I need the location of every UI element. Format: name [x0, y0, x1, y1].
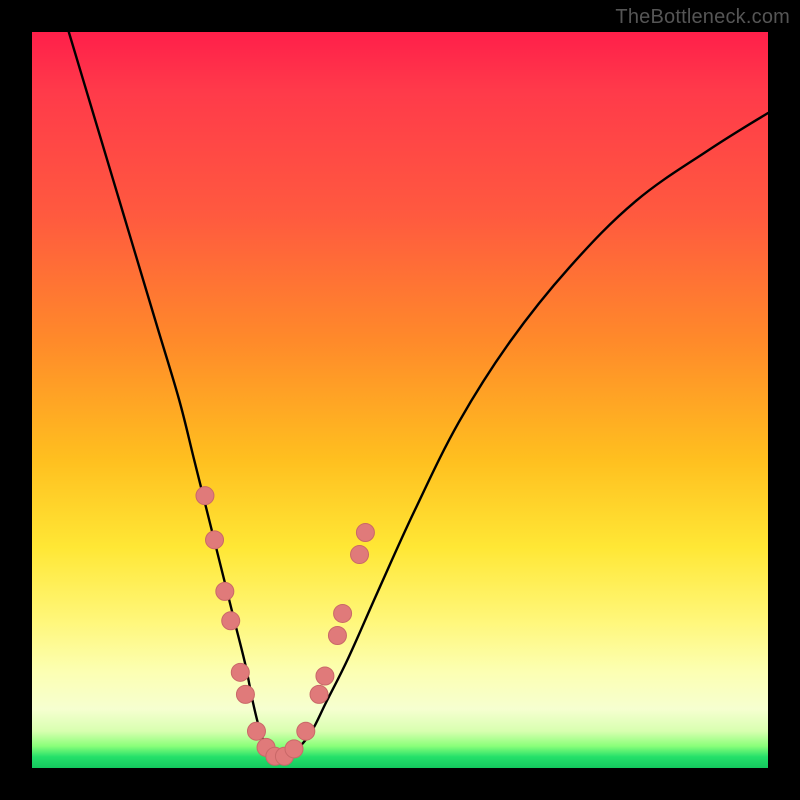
data-marker [222, 612, 240, 630]
marker-layer [196, 487, 374, 766]
plot-area [32, 32, 768, 768]
data-marker [206, 531, 224, 549]
data-marker [196, 487, 214, 505]
data-marker [356, 523, 374, 541]
watermark-label: TheBottleneck.com [615, 6, 790, 29]
data-marker [247, 722, 265, 740]
bottleneck-curve [69, 32, 768, 758]
data-marker [328, 627, 346, 645]
data-marker [231, 663, 249, 681]
data-marker [316, 667, 334, 685]
data-marker [351, 546, 369, 564]
data-marker [297, 722, 315, 740]
data-marker [236, 685, 254, 703]
data-marker [285, 740, 303, 758]
data-marker [310, 685, 328, 703]
data-marker [334, 604, 352, 622]
chart-svg [32, 32, 768, 768]
data-marker [216, 582, 234, 600]
chart-frame: TheBottleneck.com [0, 0, 800, 800]
